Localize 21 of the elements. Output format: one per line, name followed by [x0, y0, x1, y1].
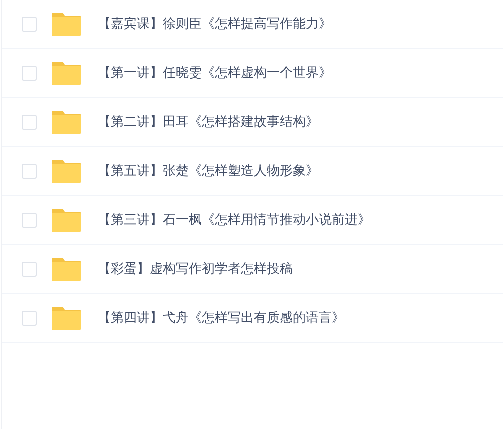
checkbox[interactable]: [22, 212, 37, 228]
folder-name[interactable]: 【第二讲】田耳《怎样搭建故事结构》: [98, 113, 319, 131]
folder-icon: [52, 110, 81, 134]
checkbox[interactable]: [22, 310, 37, 326]
folder-name[interactable]: 【第四讲】弋舟《怎样写出有质感的语言》: [98, 309, 345, 327]
checkbox[interactable]: [22, 114, 37, 130]
checkbox[interactable]: [22, 262, 37, 276]
folder-icon: [52, 306, 81, 330]
folder-icon: [52, 159, 81, 183]
checkbox[interactable]: [22, 164, 37, 178]
folder-name[interactable]: 【第五讲】张楚《怎样塑造人物形象》: [98, 162, 319, 180]
checkbox[interactable]: [22, 66, 37, 80]
folder-icon: [52, 257, 81, 281]
folder-name[interactable]: 【嘉宾课】徐则臣《怎样提高写作能力》: [98, 15, 332, 33]
folder-icon: [52, 208, 81, 232]
folder-icon: [52, 12, 81, 36]
folder-name[interactable]: 【彩蛋】虚构写作初学者怎样投稿: [98, 260, 293, 278]
checkbox[interactable]: [22, 16, 37, 32]
folder-name[interactable]: 【第一讲】任晓雯《怎样虚构一个世界》: [98, 64, 332, 82]
folder-icon: [52, 61, 81, 85]
folder-name[interactable]: 【第三讲】石一枫《怎样用情节推动小说前进》: [98, 211, 371, 229]
